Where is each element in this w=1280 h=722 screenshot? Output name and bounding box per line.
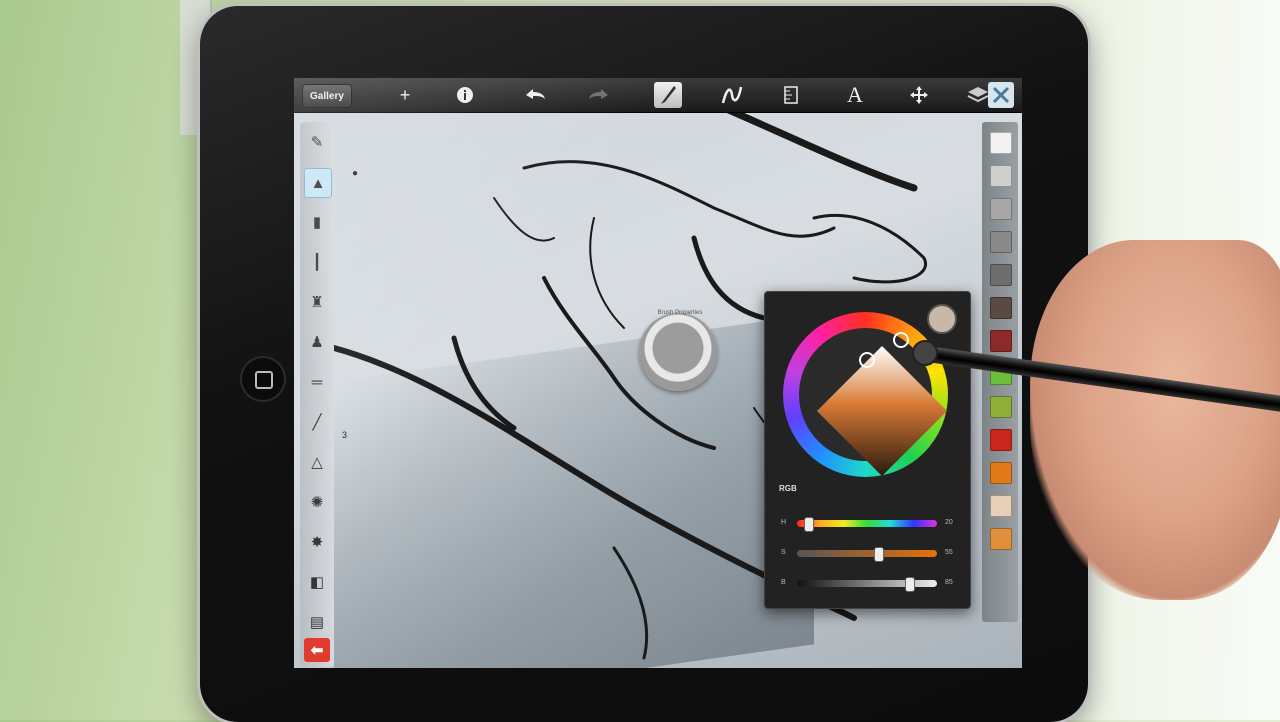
current-color-swatch[interactable]: [927, 304, 957, 334]
hand: [1030, 240, 1280, 600]
color-swatch[interactable]: [990, 330, 1012, 352]
ruler-icon[interactable]: [778, 82, 804, 108]
color-swatch[interactable]: [990, 165, 1012, 187]
brush-number-label: 3: [342, 430, 348, 440]
brush-icon[interactable]: [654, 82, 682, 108]
slider-h-value: 20: [945, 519, 953, 526]
blend-tool[interactable]: ▤: [304, 608, 330, 636]
blob-tool[interactable]: ✺: [304, 488, 330, 516]
ballpoint-tool[interactable]: ┃: [304, 248, 330, 276]
color-swatch[interactable]: [990, 198, 1012, 220]
hue-picker-handle[interactable]: [893, 332, 909, 348]
home-square-icon: [255, 371, 273, 389]
brush-toolbar: ✎ ▲ ▮ ┃ ♜ ♟ ═ ╱ △ ✺ ✸ ◧ ▤ ⬅: [300, 122, 334, 667]
hue-ring[interactable]: [783, 312, 948, 477]
splatter-tool[interactable]: △: [304, 448, 330, 476]
slider-h-label: H: [781, 519, 787, 526]
color-swatch[interactable]: [990, 264, 1012, 286]
sketch-stroke: [720, 104, 918, 192]
curve-icon[interactable]: [718, 82, 746, 108]
marker-tool[interactable]: ▲: [304, 168, 332, 198]
brush-size-indicator: ●: [352, 168, 359, 179]
eraser-tool[interactable]: ╱: [304, 408, 330, 436]
fill-tool[interactable]: ◧: [304, 568, 330, 596]
info-icon[interactable]: [452, 82, 478, 108]
smudge-tool[interactable]: ♟: [304, 328, 330, 356]
slider-b-label: B: [781, 579, 786, 586]
brightness-slider[interactable]: [797, 577, 937, 592]
text-icon[interactable]: A: [842, 82, 868, 108]
slider-b-value: 85: [945, 579, 953, 586]
sketch-stroke: [612, 546, 649, 660]
stylus-tip: [912, 340, 938, 366]
color-swatch[interactable]: [990, 231, 1012, 253]
brightness-slider-knob[interactable]: [905, 577, 916, 592]
back-arrow-icon[interactable]: ⬅: [304, 638, 330, 662]
saturation-slider[interactable]: [797, 547, 937, 562]
color-swatch[interactable]: [990, 297, 1012, 319]
undo-arrow-icon[interactable]: [520, 82, 550, 108]
move-icon[interactable]: [906, 82, 932, 108]
color-swatch[interactable]: [990, 528, 1012, 550]
pencil-tool[interactable]: ✎: [304, 128, 330, 156]
color-editor-panel: RGB H 20 S 55 B 85: [764, 291, 971, 609]
hue-slider[interactable]: [797, 517, 937, 532]
color-swatch[interactable]: [990, 495, 1012, 517]
color-swatch[interactable]: [990, 132, 1012, 154]
saturation-slider-knob[interactable]: [873, 547, 884, 562]
close-x-icon[interactable]: [988, 82, 1014, 108]
hue-slider-knob[interactable]: [803, 517, 814, 532]
sketch-stroke: [812, 213, 928, 284]
slider-s-label: S: [781, 549, 786, 556]
color-mode-label[interactable]: RGB: [779, 484, 797, 493]
brush-properties-label: Brush Properties: [657, 310, 703, 316]
app-screen: Gallery + A ✎ ▲ ▮ ┃ ♜ ♟ ═ ╱ △ ✺ ✸ ◧ ▤ ⬅ …: [294, 78, 1022, 668]
redo-arrow-icon[interactable]: [584, 82, 614, 108]
brush-properties-puck[interactable]: [639, 313, 717, 391]
top-toolbar: Gallery + A: [294, 78, 1022, 113]
gallery-button[interactable]: Gallery: [302, 84, 352, 108]
sketch-stroke: [493, 197, 555, 242]
sketch-stroke: [691, 235, 767, 321]
sb-picker-handle[interactable]: [859, 352, 875, 368]
color-swatch[interactable]: [990, 429, 1012, 451]
home-button[interactable]: [240, 356, 286, 402]
slider-s-value: 55: [945, 549, 953, 556]
sketch-stroke: [522, 160, 836, 238]
brush-tool[interactable]: ═: [304, 368, 330, 396]
color-swatch[interactable]: [990, 396, 1012, 418]
airbrush-tool[interactable]: ▮: [304, 208, 330, 236]
spray-tool[interactable]: ✸: [304, 528, 330, 556]
chisel-tool[interactable]: ♜: [304, 288, 330, 316]
add-icon[interactable]: +: [392, 82, 418, 108]
color-swatch[interactable]: [990, 462, 1012, 484]
sketch-stroke: [589, 217, 625, 329]
